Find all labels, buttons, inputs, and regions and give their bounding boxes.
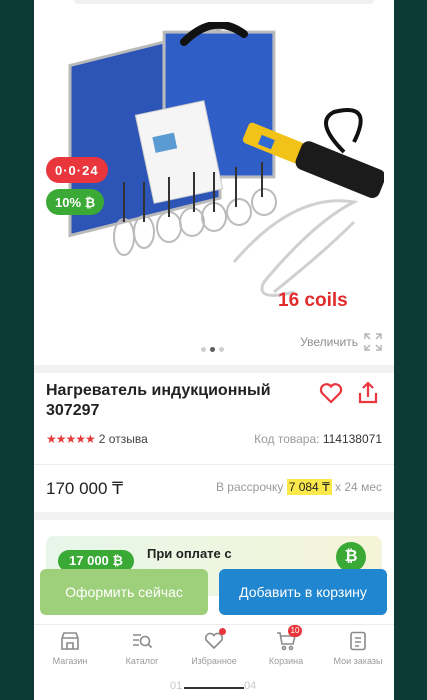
bonus-coin-icon: ₿	[336, 542, 366, 572]
home-indicator[interactable]	[184, 687, 244, 689]
section-divider	[34, 512, 394, 520]
gallery-dot-active[interactable]	[210, 347, 215, 352]
sku-row: Код товара: 114138071	[254, 432, 382, 446]
image-caption: 16 coils	[278, 290, 348, 311]
add-to-cart-button[interactable]: Добавить в корзину	[219, 569, 387, 615]
installment-suffix: x 24 мес	[335, 480, 382, 494]
nav-label: Каталог	[125, 656, 159, 666]
nav-item-store[interactable]: Магазин	[34, 625, 106, 674]
nav-label: Магазин	[52, 656, 88, 666]
nav-item-orders[interactable]: Мои заказы	[322, 625, 394, 674]
zoom-label: Увеличить	[300, 335, 358, 349]
product-photo[interactable]	[64, 22, 384, 322]
promo-text: При оплате с	[147, 546, 232, 561]
expand-icon	[364, 333, 382, 351]
product-gallery[interactable]: 0·0·24 10% ₿ 16 coils Увеличить	[34, 0, 394, 365]
share-icon[interactable]	[355, 380, 381, 406]
installment-amount: 7 084 ₸	[286, 479, 332, 495]
buy-now-button[interactable]: Оформить сейчас	[40, 569, 208, 615]
nav-label: Мои заказы	[333, 656, 383, 666]
store-icon	[61, 632, 79, 650]
installment-prefix: В рассрочку	[215, 480, 284, 494]
bottom-nav: Магазин Каталог Избранное 10 Корзина Мои…	[34, 624, 394, 674]
rating-row[interactable]: ★★★★★ 2 отзыва	[46, 432, 148, 446]
catalog-search-icon	[133, 634, 153, 649]
nav-label: Корзина	[268, 656, 304, 666]
nav-item-favorites[interactable]: Избранное	[178, 625, 250, 674]
gallery-pagination[interactable]	[201, 347, 224, 352]
product-price: 170 000 ₸	[46, 479, 123, 498]
indicator-right-number: 04	[244, 680, 257, 692]
zoom-button[interactable]: Увеличить	[300, 333, 382, 351]
nav-label: Избранное	[191, 656, 237, 666]
section-divider	[34, 365, 394, 373]
indicator-left-number: 01	[170, 680, 183, 692]
installment-badge: 0·0·24	[46, 157, 108, 183]
gallery-dot[interactable]	[201, 347, 206, 352]
nav-item-catalog[interactable]: Каталог	[106, 625, 178, 674]
orders-icon	[350, 631, 366, 651]
rating-stars: ★★★★★	[46, 432, 96, 446]
info-divider	[34, 464, 394, 465]
sku-value: 114138071	[322, 432, 382, 446]
phone-screen: 0·0·24 10% ₿ 16 coils Увеличить Нагреват…	[34, 0, 394, 700]
installment-info: В рассрочку 7 084 ₸ x 24 мес	[215, 479, 382, 495]
cart-count-badge: 10	[288, 625, 302, 637]
favorite-heart-icon[interactable]	[318, 380, 344, 406]
bonus-badge: 10% ₿	[46, 189, 105, 215]
favorites-dot	[219, 628, 226, 635]
nav-item-cart[interactable]: 10 Корзина	[250, 625, 322, 674]
gallery-dot[interactable]	[219, 347, 224, 352]
sku-label: Код товара:	[254, 432, 320, 446]
home-indicator-bar: 01 04	[34, 676, 394, 700]
reviews-count[interactable]: 2 отзыва	[99, 432, 148, 446]
top-edge	[74, 0, 374, 4]
product-title: Нагреватель индукционный 307297	[46, 382, 271, 419]
